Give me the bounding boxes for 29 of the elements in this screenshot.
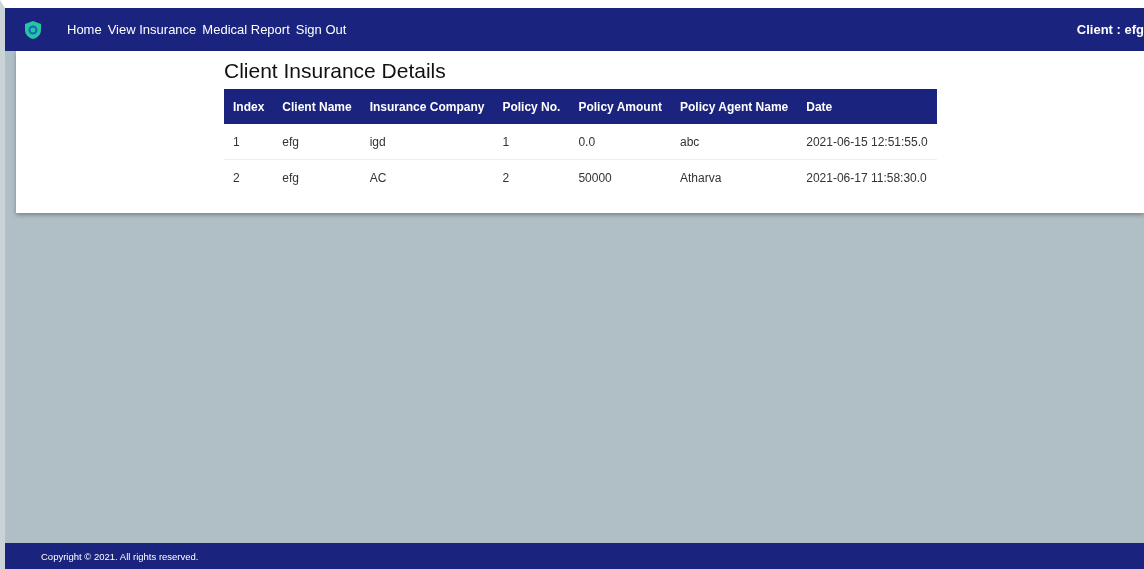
table-cell: igd	[360, 124, 494, 160]
table-cell: efg	[273, 124, 361, 160]
table-cell: efg	[273, 159, 361, 195]
column-header: Index	[224, 89, 274, 124]
nav-link[interactable]: Medical Report	[202, 22, 290, 37]
nav-link[interactable]: Home	[67, 22, 102, 37]
client-name-label: Client : efg	[1076, 22, 1144, 37]
table-cell: 50000	[569, 159, 671, 195]
table-cell: 0.0	[569, 124, 671, 160]
table-cell: 2021-06-15 12:51:55.0	[797, 124, 937, 160]
nav-link[interactable]: View Insurance	[107, 22, 197, 37]
table-cell: 1	[493, 124, 570, 160]
table-cell: Atharva	[671, 159, 798, 195]
column-header: Policy Amount	[569, 89, 671, 124]
table-cell: 2	[493, 159, 570, 195]
table-cell: abc	[671, 124, 798, 160]
column-header: Client Name	[273, 89, 361, 124]
nav-link[interactable]: Sign Out	[295, 22, 347, 37]
page-title: Client Insurance Details	[224, 59, 447, 83]
table-cell: AC	[360, 159, 494, 195]
table-cell: 1	[224, 124, 274, 160]
column-header: Insurance Company	[360, 89, 494, 124]
shield-logo-icon[interactable]	[23, 19, 43, 40]
column-header: Policy Agent Name	[671, 89, 798, 124]
copyright-text: Copyright © 2021. All rights reserved.	[41, 550, 199, 562]
table-cell: 2021-06-17 11:58:30.0	[797, 159, 937, 195]
table-cell: 2	[224, 159, 274, 195]
column-header: Policy No.	[493, 89, 570, 124]
column-header: Date	[797, 89, 937, 124]
